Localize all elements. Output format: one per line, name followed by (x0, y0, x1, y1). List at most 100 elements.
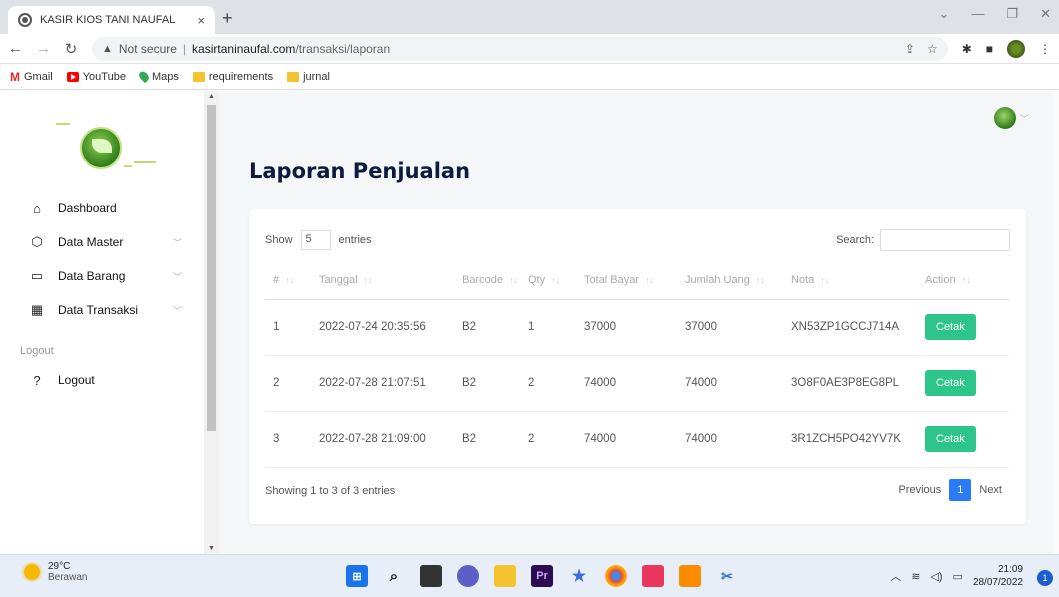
sort-icon: ↑↓ (551, 274, 561, 285)
column-header-no[interactable]: # ↑↓ (265, 261, 311, 300)
cetak-button[interactable]: Cetak (925, 426, 976, 452)
bookmark-gmail[interactable]: M Gmail (10, 70, 53, 84)
sidebar-item-logout[interactable]: ? Logout (0, 363, 204, 397)
cetak-button[interactable]: Cetak (925, 370, 976, 396)
pagination-page-1[interactable]: 1 (949, 479, 972, 501)
window-controls: ⌄ — ❐ ✕ (939, 6, 1051, 22)
column-header-qty[interactable]: Qty ↑↓ (520, 261, 576, 300)
taskbar-apps: ⊞ ⌕ Pr ★ ✂ (346, 565, 738, 587)
side-panel-icon[interactable]: ■ (986, 42, 993, 56)
cell-jumlah-uang: 74000 (677, 355, 783, 412)
minimize-icon[interactable]: — (971, 6, 984, 22)
table-controls: Show 5 entries Search: (265, 229, 1010, 251)
address-bar: ← → ↻ ▲ Not secure | kasirtaninaufal.com… (0, 34, 1059, 64)
pagination: Previous 1 Next (890, 479, 1010, 501)
bookmark-star-icon[interactable]: ☆ (927, 42, 938, 56)
cell-total-bayar: 74000 (576, 411, 677, 468)
chrome-icon[interactable] (605, 565, 627, 587)
cell-action: Cetak (917, 355, 1009, 412)
tray-chevron-icon[interactable]: ︿ (890, 568, 901, 584)
weather-sun-icon (24, 564, 40, 580)
new-tab-button[interactable]: + (222, 8, 233, 29)
sidebar-scrollbar[interactable]: ▲ ▼ (204, 91, 219, 554)
table-header-row: # ↑↓ Tanggal ↑↓ Barcode ↑↓ Qty ↑↓ Total Baya… (265, 261, 1009, 300)
sidebar-item-data-master[interactable]: ⬡ Data Master ﹀ (0, 225, 204, 259)
clock[interactable]: 21:09 28/07/2022 (973, 563, 1023, 589)
column-header-action[interactable]: Action ↑↓ (917, 261, 1009, 300)
bookmark-maps[interactable]: Maps (137, 69, 179, 84)
url-field[interactable]: ▲ Not secure | kasirtaninaufal.com/trans… (92, 36, 948, 61)
search-input[interactable] (880, 229, 1010, 251)
table-row: 3 2022-07-28 21:09:00 B2 2 74000 74000 3… (265, 411, 1009, 468)
column-header-nota[interactable]: Nota ↑↓ (783, 261, 917, 300)
column-header-tanggal[interactable]: Tanggal ↑↓ (311, 261, 454, 300)
cell-barcode: B2 (454, 411, 520, 468)
browser-menu-icon[interactable]: ⋮ (1039, 42, 1051, 56)
tab-strip: KASIR KIOS TANI NAUFAL × + ⌄ — ❐ ✕ (0, 0, 1059, 34)
temperature: 29°C (48, 561, 71, 572)
search-icon[interactable]: ⌕ (383, 565, 405, 587)
file-explorer-icon[interactable] (494, 565, 516, 587)
tab-close-icon[interactable]: × (197, 13, 205, 28)
back-icon[interactable]: ← (8, 40, 23, 57)
scrollbar-thumb[interactable] (207, 105, 216, 431)
sidebar-item-dashboard[interactable]: ⌂ Dashboard (0, 191, 204, 225)
taskbar: 29°C Berawan ⊞ ⌕ Pr ★ ✂ ︿ ≋ ◁) ▭ 21:09 2… (0, 554, 1059, 597)
forward-icon[interactable]: → (36, 40, 51, 57)
entries-select[interactable]: 5 (300, 230, 331, 250)
cell-nota: XN53ZP1GCCJ714A (783, 299, 917, 356)
extensions-puzzle-icon[interactable]: ✱ (962, 42, 972, 56)
sublime-icon[interactable] (679, 565, 701, 587)
sort-icon: ↑↓ (961, 274, 971, 285)
sidebar: ⌂ Dashboard ⬡ Data Master ﹀ ▭ Data Baran… (0, 91, 204, 554)
sidebar-item-data-barang[interactable]: ▭ Data Barang ﹀ (0, 259, 204, 293)
notification-badge[interactable]: 1 (1037, 570, 1053, 586)
main-content: ﹀ Laporan Penjualan Show 5 entries Searc… (219, 91, 1059, 554)
page-scrollbar[interactable] (1053, 91, 1059, 554)
app-icon[interactable] (642, 565, 664, 587)
battery-icon[interactable]: ▭ (953, 570, 963, 583)
user-menu[interactable]: ﹀ (993, 107, 1029, 129)
snipping-tool-icon[interactable]: ✂ (716, 565, 738, 587)
grid-icon: ▦ (30, 302, 44, 317)
wifi-icon[interactable]: ≋ (911, 570, 920, 583)
pagination-next[interactable]: Next (971, 479, 1010, 501)
start-windows-icon[interactable]: ⊞ (346, 565, 368, 587)
reload-icon[interactable]: ↻ (64, 40, 78, 58)
premiere-icon[interactable]: Pr (531, 565, 553, 587)
cell-nota: 3O8F0AE3P8EG8PL (783, 355, 917, 412)
scroll-down-icon[interactable]: ▼ (208, 545, 215, 552)
chat-icon[interactable] (457, 565, 479, 587)
star-app-icon[interactable]: ★ (568, 565, 590, 587)
column-header-barcode[interactable]: Barcode ↑↓ (454, 261, 520, 300)
restore-icon[interactable]: ❐ (1006, 6, 1018, 22)
profile-avatar-icon[interactable] (1007, 39, 1025, 58)
cetak-button[interactable]: Cetak (925, 314, 976, 340)
sort-icon: ↑↓ (820, 274, 830, 285)
chevron-down-icon: ﹀ (172, 305, 182, 316)
bookmark-jurnal[interactable]: jurnal (287, 71, 330, 83)
close-window-icon[interactable]: ✕ (1040, 6, 1051, 22)
bookmark-requirements[interactable]: requirements (192, 71, 273, 83)
column-header-jumlah-uang[interactable]: Jumlah Uang ↑↓ (677, 261, 783, 300)
cell-barcode: B2 (454, 299, 520, 356)
leaf-icon (92, 139, 112, 153)
table-row: 2 2022-07-28 21:07:51 B2 2 74000 74000 3… (265, 355, 1009, 412)
table-row: 1 2022-07-24 20:35:56 B2 1 37000 37000 X… (265, 299, 1009, 356)
tab-search-icon[interactable]: ⌄ (939, 6, 950, 22)
scroll-up-icon[interactable]: ▲ (208, 93, 215, 100)
folder-icon (287, 71, 300, 82)
column-header-total-bayar[interactable]: Total Bayar ↑↓ (576, 261, 677, 300)
sidebar-item-data-transaksi[interactable]: ▦ Data Transaksi ﹀ (0, 293, 204, 327)
url-host: kasirtaninaufal.com (192, 41, 296, 56)
cell-total-bayar: 37000 (576, 299, 677, 356)
bookmark-youtube[interactable]: YouTube (66, 71, 126, 83)
task-view-icon[interactable] (420, 565, 442, 587)
pagination-previous[interactable]: Previous (890, 479, 949, 501)
share-icon[interactable]: ⇪ (905, 42, 915, 56)
browser-tab[interactable]: KASIR KIOS TANI NAUFAL × (8, 6, 215, 34)
weather-widget[interactable]: 29°C Berawan (24, 561, 87, 583)
search-label: Search: (836, 234, 874, 246)
chevron-down-icon: ﹀ (172, 237, 182, 248)
volume-icon[interactable]: ◁) (930, 570, 942, 583)
